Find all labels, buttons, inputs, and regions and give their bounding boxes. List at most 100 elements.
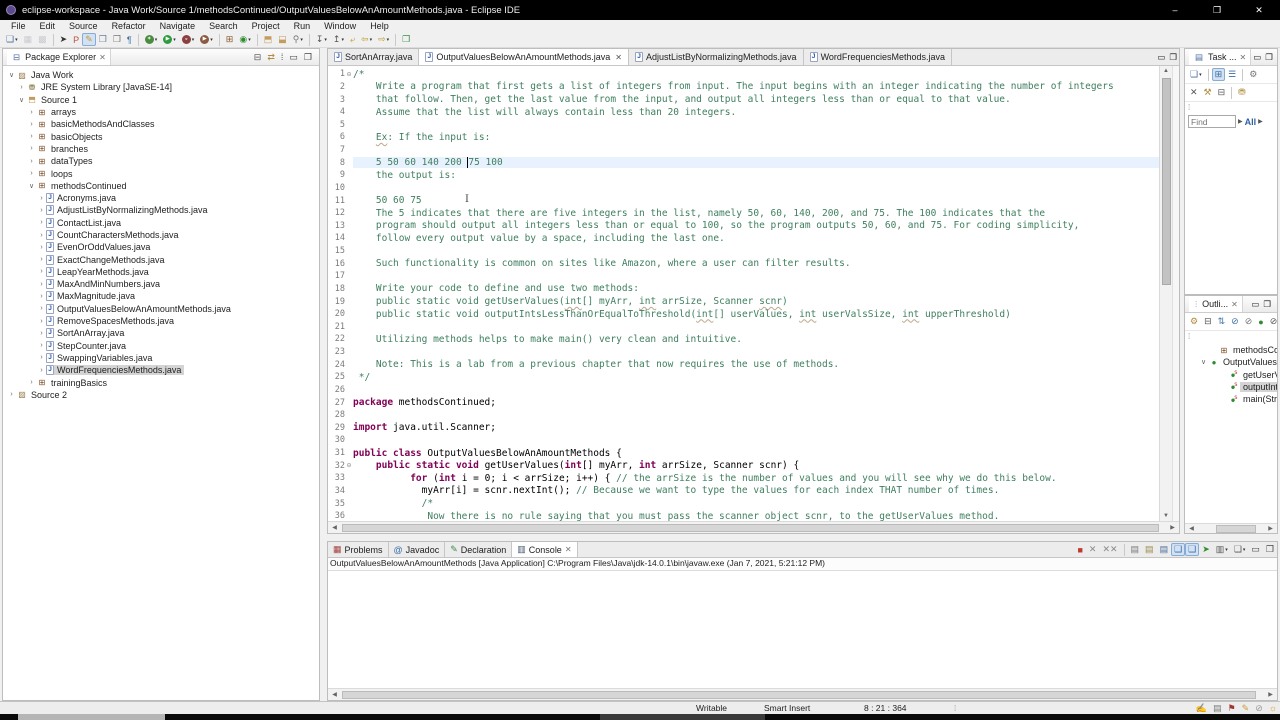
tab-javadoc[interactable]: @ Javadoc xyxy=(389,542,446,557)
menu-navigate[interactable]: Navigate xyxy=(153,21,203,31)
outline-item[interactable]: ∨● OutputValuesBe xyxy=(1185,356,1277,368)
code-line[interactable]: 6 Ex: If the input is: xyxy=(328,131,1159,144)
code-line[interactable]: 29 import java.util.Scanner; xyxy=(328,422,1159,435)
tab-console[interactable]: ▥ Console ✕ xyxy=(512,542,578,557)
code-line[interactable]: 31 public class OutputValuesBelowAnAmount… xyxy=(328,447,1159,460)
tree-item[interactable]: › J CountCharactersMethods.java xyxy=(3,229,319,241)
scroll-left-icon[interactable]: ◀ xyxy=(1185,523,1198,535)
hide-static-icon[interactable]: ⊘ xyxy=(1242,315,1256,328)
code-line[interactable]: 22 Utilizing methods helps to make main(… xyxy=(328,333,1159,346)
minimize-icon[interactable]: ▭ xyxy=(1248,543,1263,556)
chevron-down-icon[interactable]: ∨ xyxy=(1199,358,1208,366)
notification-flag-icon[interactable]: ⚑ xyxy=(1225,702,1239,715)
tree-item[interactable]: › J MaxAndMinNumbers.java xyxy=(3,278,319,290)
hide-locals-icon[interactable]: ⊘ xyxy=(1267,315,1280,328)
fold-marker-icon[interactable]: ⊖ xyxy=(345,70,353,78)
chevron-right-icon[interactable]: › xyxy=(37,268,46,275)
dropdown-arrow-icon[interactable]: ▾ xyxy=(210,37,213,43)
code-line[interactable]: 21 xyxy=(328,321,1159,334)
scrollbar-thumb[interactable] xyxy=(1216,524,1256,533)
code-line[interactable]: 36 Now there is no rule saying that you … xyxy=(328,510,1159,521)
open-perspective-icon[interactable]: P xyxy=(70,33,82,46)
open-type-icon[interactable]: ⊞ xyxy=(223,33,237,46)
editor-vertical-scrollbar[interactable]: ▲ ▼ xyxy=(1159,66,1172,521)
minimize-icon[interactable]: ▭ xyxy=(1253,52,1261,63)
dropdown-arrow-icon[interactable]: ▾ xyxy=(1199,72,1202,78)
editor-tab[interactable]: J WordFrequenciesMethods.java xyxy=(803,49,952,65)
code-line[interactable]: 16 Such functionality is common on sites… xyxy=(328,257,1159,270)
collapse-tasks-icon[interactable]: ⊟ xyxy=(1215,86,1229,99)
chevron-right-icon[interactable]: › xyxy=(37,244,46,251)
tree-item[interactable]: ∨ ⬒ Source 1 xyxy=(3,94,319,106)
terminate-icon[interactable]: ■ xyxy=(1074,543,1085,556)
maximize-icon[interactable]: ❐ xyxy=(1265,52,1273,63)
scrollbar-thumb[interactable] xyxy=(342,523,1159,532)
maximize-icon[interactable]: ❐ xyxy=(301,51,315,64)
chevron-right-icon[interactable]: › xyxy=(27,158,36,165)
minimize-button[interactable]: – xyxy=(1154,0,1196,20)
chevron-right-icon[interactable]: › xyxy=(37,293,46,300)
word-wrap-icon[interactable]: ▤ xyxy=(1157,543,1172,556)
scrollbar-track[interactable] xyxy=(1161,76,1171,511)
code-line[interactable]: 24 Note: This is a lab from a previous c… xyxy=(328,358,1159,371)
close-icon[interactable]: ✕ xyxy=(1231,300,1238,309)
link-window-icon[interactable]: ❐ xyxy=(399,33,413,46)
tab-task-list[interactable]: ▤ Task ... ✕ xyxy=(1189,49,1252,65)
chevron-right-icon[interactable]: › xyxy=(37,256,46,263)
dropdown-arrow-icon[interactable]: ▾ xyxy=(248,37,251,43)
editor-tab[interactable]: J OutputValuesBelowAnAmountMethods.java ✕ xyxy=(419,49,629,65)
code-line[interactable]: 7 xyxy=(328,144,1159,157)
console-horizontal-scrollbar[interactable]: ◀ ▶ xyxy=(328,688,1277,700)
code-line[interactable]: 8 5 50 60 140 200 75 100 xyxy=(328,156,1159,169)
minimize-icon[interactable]: ▭ xyxy=(286,51,301,64)
dropdown-arrow-icon[interactable]: ▾ xyxy=(192,37,195,43)
code-line[interactable]: 10 xyxy=(328,182,1159,195)
code-line[interactable]: 14 follow every output value by a space,… xyxy=(328,232,1159,245)
menu-help[interactable]: Help xyxy=(363,21,396,31)
last-edit-location-icon[interactable]: ⤶ xyxy=(347,33,358,46)
tree-item[interactable]: › J OutputValuesBelowAnAmountMethods.java xyxy=(3,303,319,315)
dropdown-arrow-icon[interactable]: ▾ xyxy=(324,37,327,43)
console-output[interactable] xyxy=(328,571,1277,688)
editor-tab[interactable]: J SortAnArray.java xyxy=(328,49,420,65)
tree-item[interactable]: › J ContactList.java xyxy=(3,217,319,229)
progress-icon[interactable]: ⊘ xyxy=(1252,702,1266,715)
new-java-class-icon[interactable]: ◉ ▾ xyxy=(236,33,253,46)
open-console-icon[interactable]: ❏ ▾ xyxy=(1231,543,1249,556)
tab-problems[interactable]: ▦ Problems xyxy=(328,542,389,557)
view-menu-icon[interactable]: ⁞ xyxy=(278,50,287,63)
chevron-right-icon[interactable]: › xyxy=(27,170,36,177)
chevron-right-icon[interactable]: › xyxy=(37,232,46,239)
collapse-all-icon[interactable]: ⊟ xyxy=(1201,315,1215,328)
chevron-down-icon[interactable]: ∨ xyxy=(17,96,26,104)
scroll-right-icon[interactable]: ▶ xyxy=(1264,523,1277,535)
code-line[interactable]: 23 xyxy=(328,346,1159,359)
dropdown-arrow-icon[interactable]: ▾ xyxy=(387,37,390,43)
menu-refactor[interactable]: Refactor xyxy=(105,21,153,31)
tip-lamp-icon[interactable]: ☼ xyxy=(1266,701,1280,714)
code-line[interactable]: 1 ⊖/* xyxy=(328,68,1159,81)
code-line[interactable]: 27 package methodsContinued; xyxy=(328,396,1159,409)
search-icon[interactable]: ⚲ ▾ xyxy=(290,33,306,46)
clear-console-icon[interactable]: ▤ xyxy=(1128,543,1143,556)
next-annotation-icon[interactable]: ↧ ▾ xyxy=(313,33,330,46)
maximize-icon[interactable]: ❐ xyxy=(1263,299,1271,310)
tree-item[interactable]: › ⛃ JRE System Library [JavaSE-14] xyxy=(3,81,319,93)
chevron-right-icon[interactable]: › xyxy=(27,109,36,116)
tab-declaration[interactable]: ✎ Declaration xyxy=(445,542,513,557)
chevron-right-icon[interactable]: › xyxy=(37,342,46,349)
task-settings-icon[interactable]: ⚙ xyxy=(1246,68,1260,81)
tree-item[interactable]: › J Acronyms.java xyxy=(3,192,319,204)
external-tools-icon[interactable]: ▶ ▾ xyxy=(197,33,216,46)
hide-completed-icon[interactable]: ✕ xyxy=(1187,86,1201,99)
code-line[interactable]: 34 myArr[i] = scnr.nextInt(); // Because… xyxy=(328,485,1159,498)
scroll-down-icon[interactable]: ▼ xyxy=(1160,511,1173,521)
outline-item[interactable]: ●s getUserValue xyxy=(1185,369,1277,381)
coverage-icon[interactable]: ◒ ▾ xyxy=(179,33,198,46)
back-icon[interactable]: ⇦ ▾ xyxy=(358,33,375,46)
show-whitespace-icon[interactable]: ¶ xyxy=(124,33,135,46)
save-icon[interactable]: ▦ xyxy=(21,33,36,46)
debug-icon[interactable]: ✶ ▾ xyxy=(142,33,161,46)
scroll-lock-icon[interactable]: ▤ xyxy=(1142,543,1157,556)
chevron-right-icon[interactable]: › xyxy=(37,207,46,214)
